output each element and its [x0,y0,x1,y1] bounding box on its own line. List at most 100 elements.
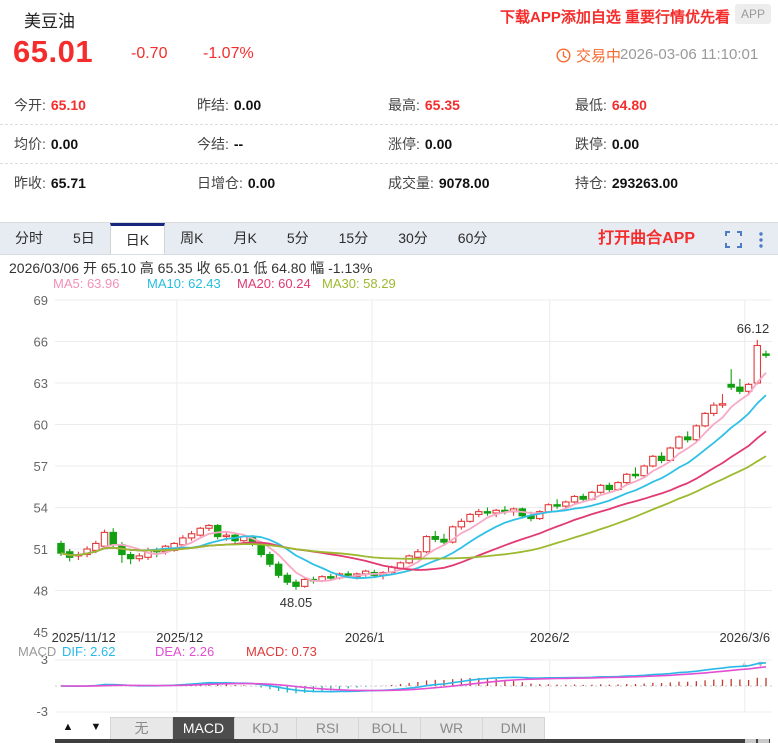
trading-status: 交易中 [556,45,621,66]
quote-label: 最低: [575,97,607,113]
clock-icon [556,48,571,63]
period-tab-30分[interactable]: 30分 [383,223,443,254]
macd-y-tick-bottom: -3 [36,704,48,717]
quote-cell: 跌停: 0.00 [575,134,639,154]
price-annotation: 66.12 [737,321,770,336]
y-axis-tick: 51 [34,542,48,557]
quote-label: 最高: [388,97,420,113]
quote-label: 昨收: [14,175,46,191]
quote-cell: 今开: 65.10 [14,95,86,115]
y-axis-tick: 54 [34,501,48,516]
app-badge[interactable]: APP [734,4,771,24]
zoom-out-button[interactable]: ▼ [83,717,109,738]
quote-cell: 昨结: 0.00 [197,95,261,115]
quote-cell: 涨停: 0.00 [388,134,452,154]
fullscreen-icon[interactable] [725,231,742,248]
dif-line [60,662,767,693]
y-axis-tick: 48 [34,584,48,599]
quote-cell: 最低: 64.80 [575,95,647,115]
trading-status-label: 交易中 [576,48,622,65]
quote-cell: 均价: 0.00 [14,134,78,154]
quote-row: 均价: 0.00 今结: -- 涨停: 0.00 跌停: 0.00 [0,125,778,164]
period-tab-60分[interactable]: 60分 [443,223,503,254]
quote-value: -- [233,136,244,152]
quote-value: 0.00 [424,136,453,152]
quote-cell: 持仓: 293263.00 [575,173,678,193]
download-app-promo[interactable]: 下载APP添加自选 重要行情优先看 [500,6,730,27]
ma-legend-item: MA5: 63.96 [53,276,120,291]
ohlc-info-line: 2026/03/06 开 65.10 高 65.35 收 65.01 低 64.… [9,260,373,276]
quote-value: 9078.00 [438,175,490,191]
last-price: 65.01 [13,34,94,69]
quote-value: 65.35 [424,97,460,113]
y-axis-tick: 60 [34,418,48,433]
indicator-tab-无[interactable]: 无 [110,717,173,739]
quote-value: 65.10 [50,97,86,113]
indicator-tabs: 无 MACD KDJ RSI BOLL WR DMI [110,717,545,739]
x-axis-label: 2025/12 [156,630,204,645]
quote-label: 均价: [14,136,46,152]
period-tabbar: 分时 5日 日K 周K 月K 5分 15分 30分 60分 打开曲合APP [0,222,778,255]
indicator-tab-KDJ[interactable]: KDJ [235,717,297,739]
ma-legend-item: MA30: 58.29 [322,276,396,291]
ma-legend-item: MA10: 62.43 [147,276,221,291]
quote-grid: 今开: 65.10 昨结: 0.00 最高: 65.35 最低: 64.80 均价: 0.00 今结… [0,86,778,202]
period-tabs: 分时 5日 日K 周K 月K 5分 15分 30分 60分 [0,223,502,254]
y-axis-tick: 45 [34,625,48,637]
quote-cell: 日增仓: 0.00 [197,173,275,193]
period-tab-日K[interactable]: 日K [109,223,166,254]
indicator-tab-WR[interactable]: WR [421,717,483,739]
kebab-menu-icon[interactable] [758,231,764,249]
scrollbar-button-right[interactable] [758,739,769,743]
price-change: -0.70 [131,45,168,62]
x-axis-label: 2025/11/12 [51,630,116,645]
period-tab-5分[interactable]: 5分 [272,223,324,254]
y-axis-tick: 66 [34,335,48,350]
kline-chart[interactable]: 69 66 63 60 57 54 51 48 45 66.12 48.05 [0,291,778,637]
macd-chart[interactable]: 3 -3 [0,656,778,717]
quote-value: 0.00 [611,136,640,152]
indicator-tab-MACD[interactable]: MACD [173,717,235,739]
quote-value: 0.00 [233,97,262,113]
quote-label: 涨停: [388,136,420,152]
quote-cell: 昨收: 65.71 [14,173,86,193]
y-axis-tick: 69 [34,293,48,308]
indicator-tab-RSI[interactable]: RSI [297,717,359,739]
period-tab-15分[interactable]: 15分 [324,223,384,254]
period-tab-分时[interactable]: 分时 [0,223,58,254]
quote-cell: 最高: 65.35 [388,95,460,115]
futures-quote-page: { "header": { "title": "美豆油", "promo": "… [0,0,778,743]
quote-cell: 成交量: 9078.00 [388,173,490,193]
y-axis-tick: 57 [34,459,48,474]
quote-row: 昨收: 65.71 日增仓: 0.00 成交量: 9078.00 持仓: 293263.00 [0,164,778,202]
x-axis-label: 2026/2 [529,630,570,645]
quote-label: 持仓: [575,175,607,191]
indicator-tab-DMI[interactable]: DMI [483,717,545,739]
indicator-tab-BOLL[interactable]: BOLL [359,717,421,739]
quote-label: 今开: [14,97,46,113]
ma-legend-item: MA20: 60.24 [237,276,311,291]
open-app-link[interactable]: 打开曲合APP [598,223,725,254]
quote-value: 0.00 [50,136,79,152]
quote-label: 今结: [197,136,229,152]
quote-label: 昨结: [197,97,229,113]
quote-timestamp: 2026-03-06 11:10:01 [620,46,759,63]
quote-row: 今开: 65.10 昨结: 0.00 最高: 65.35 最低: 64.80 [0,86,778,125]
horizontal-scrollbar[interactable] [55,739,770,743]
quote-label: 成交量: [388,175,434,191]
y-axis-tick: 63 [34,376,48,391]
zoom-in-button[interactable]: ▲ [55,717,81,738]
x-axis-label: 2026/1 [344,630,385,645]
period-tab-5日[interactable]: 5日 [58,223,110,254]
quote-label: 跌停: [575,136,607,152]
scrollbar-button-left[interactable] [745,739,756,743]
period-tab-月K[interactable]: 月K [218,223,271,254]
price-change-percent: -1.07% [203,45,254,62]
period-tab-周K[interactable]: 周K [165,223,218,254]
quote-value: 293263.00 [611,175,679,191]
indicator-bar: ▲ ▼ 无 MACD KDJ RSI BOLL WR DMI [0,717,778,739]
quote-value: 0.00 [247,175,276,191]
price-annotation: 48.05 [280,595,313,610]
quote-cell: 今结: -- [197,134,243,154]
quote-value: 64.80 [611,97,647,113]
